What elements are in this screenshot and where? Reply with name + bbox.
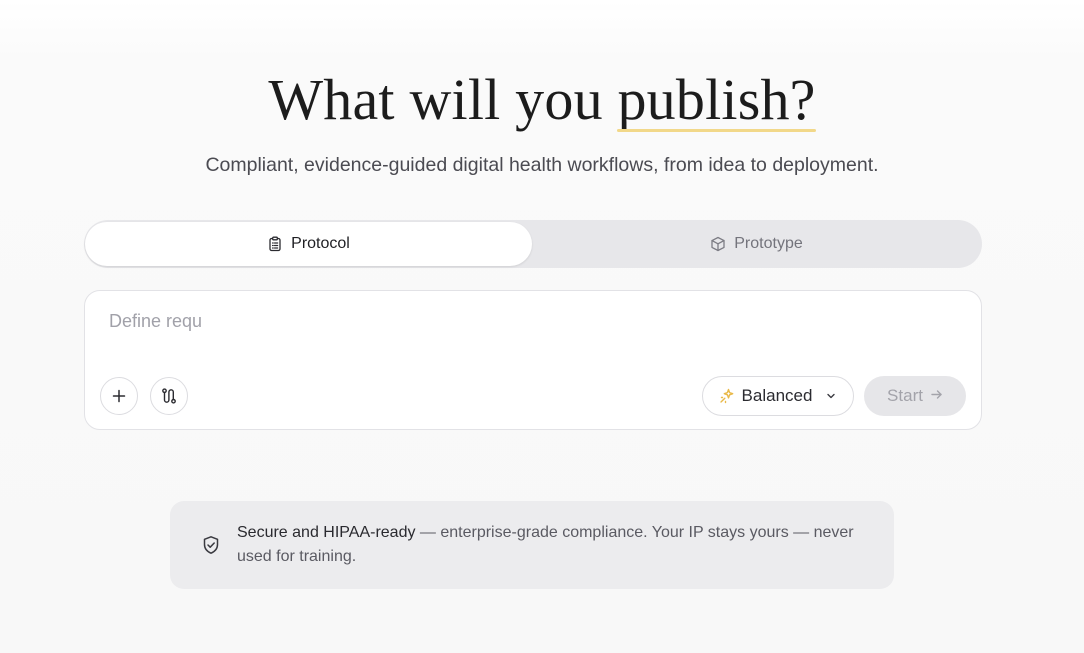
tab-prototype[interactable]: Prototype bbox=[533, 222, 980, 266]
start-button[interactable]: Start bbox=[864, 376, 966, 416]
sparkle-icon bbox=[719, 388, 735, 404]
route-icon bbox=[160, 387, 178, 405]
page-subtitle: Compliant, evidence-guided digital healt… bbox=[205, 154, 879, 176]
mode-toggle: Protocol Prototype bbox=[84, 220, 982, 268]
tab-prototype-label: Prototype bbox=[734, 235, 803, 252]
page-title-accent: publish? bbox=[617, 64, 816, 136]
start-button-label: Start bbox=[887, 386, 923, 405]
add-attachment-button[interactable] bbox=[100, 377, 138, 415]
workflow-tools-button[interactable] bbox=[150, 377, 188, 415]
cube-icon bbox=[710, 236, 726, 252]
security-notice-text: Secure and HIPAA-ready — enterprise-grad… bbox=[237, 521, 857, 569]
plus-icon bbox=[110, 387, 128, 405]
tab-protocol[interactable]: Protocol bbox=[85, 222, 532, 266]
security-notice: Secure and HIPAA-ready — enterprise-grad… bbox=[170, 501, 894, 589]
page-title: What will you publish? bbox=[0, 64, 1084, 136]
mode-select-value: Balanced bbox=[741, 386, 813, 405]
arrow-right-icon bbox=[930, 386, 943, 406]
security-notice-title: Secure and HIPAA-ready bbox=[237, 524, 416, 541]
prompt-composer: Balanced Start bbox=[84, 290, 982, 430]
prompt-input[interactable] bbox=[109, 309, 949, 349]
tab-protocol-label: Protocol bbox=[291, 235, 350, 252]
mode-select[interactable]: Balanced bbox=[702, 376, 854, 416]
chevron-down-icon bbox=[819, 390, 837, 402]
page: What will you publish? Compliant, eviden… bbox=[0, 0, 1084, 653]
clipboard-icon bbox=[267, 236, 283, 252]
shield-check-icon bbox=[201, 535, 221, 555]
page-title-main: What will you bbox=[268, 67, 618, 132]
